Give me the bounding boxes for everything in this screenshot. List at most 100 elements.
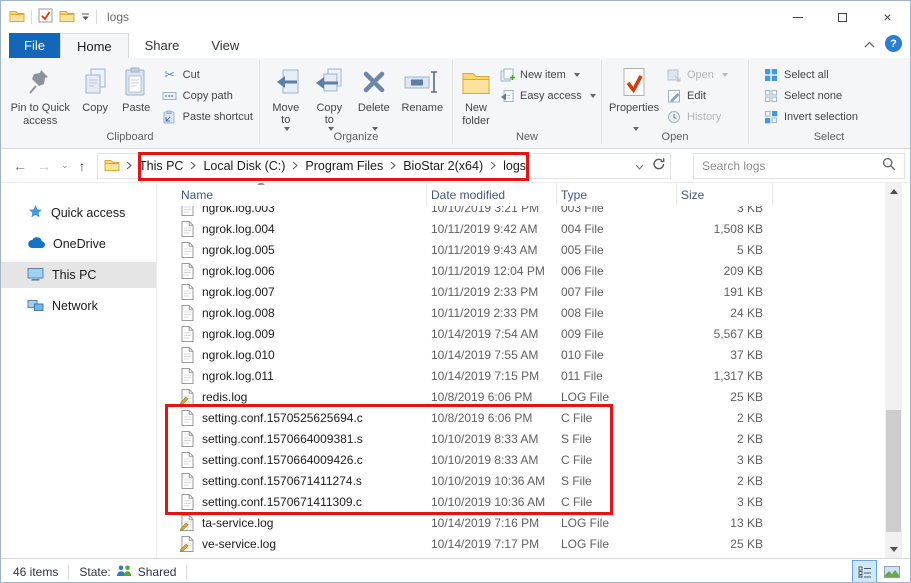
file-row[interactable]: setting.conf.1570664009426.c 10/10/2019 …	[157, 449, 885, 470]
explorer-window: logs × File Home Share View ? Pin to Qui…	[0, 0, 911, 583]
scroll-up-icon[interactable]	[885, 183, 902, 200]
new-item-icon	[499, 68, 515, 82]
file-row[interactable]: ve-service.log 10/14/2019 7:17 PM LOG Fi…	[157, 533, 885, 554]
tab-home[interactable]: Home	[60, 33, 129, 58]
tab-view[interactable]: View	[195, 33, 255, 58]
column-header-date[interactable]: Date modified	[427, 183, 557, 206]
recent-locations-icon[interactable]: ⌄	[57, 160, 73, 171]
move-to-button[interactable]: Move to	[264, 61, 308, 131]
file-row[interactable]: ngrok.log.006 10/11/2019 12:04 PM 006 Fi…	[157, 260, 885, 281]
breadcrumb-biostar[interactable]: BioStar 2(x64)	[403, 159, 483, 173]
maximize-button[interactable]	[820, 1, 865, 33]
copy-to-button[interactable]: Copy to	[308, 61, 352, 131]
details-view-button[interactable]	[852, 560, 877, 583]
forward-button[interactable]: →	[33, 158, 55, 174]
history-button[interactable]: History	[666, 108, 728, 126]
file-size: 209 KB	[677, 264, 773, 278]
select-all-button[interactable]: Select all	[763, 66, 858, 84]
column-header-name[interactable]: Name	[157, 183, 427, 206]
properties-button[interactable]: Properties	[606, 61, 662, 131]
move-to-icon	[271, 65, 301, 99]
up-button[interactable]: ↑	[75, 158, 90, 174]
file-size: 2 KB	[677, 432, 773, 446]
sidebar-item-quick-access[interactable]: Quick access	[1, 200, 156, 226]
file-row[interactable]: ngrok.log.005 10/11/2019 9:43 AM 005 Fil…	[157, 239, 885, 260]
tab-share[interactable]: Share	[129, 33, 196, 58]
file-row[interactable]: ngrok.log.008 10/11/2019 2:33 PM 008 Fil…	[157, 302, 885, 323]
invert-selection-button[interactable]: Invert selection	[763, 108, 858, 126]
shared-people-icon	[116, 564, 133, 580]
minimize-button[interactable]	[775, 1, 820, 33]
collapse-ribbon-icon[interactable]	[864, 37, 875, 51]
qat-customize-icon[interactable]	[81, 10, 90, 24]
file-row[interactable]: ngrok.log.009 10/14/2019 7:54 AM 009 Fil…	[157, 323, 885, 344]
pin-to-quick-access-button[interactable]: Pin to Quick access	[5, 61, 76, 131]
file-row[interactable]: setting.conf.1570671411274.s 10/10/2019 …	[157, 470, 885, 491]
easy-access-icon	[499, 89, 515, 103]
thumbnails-view-button[interactable]	[879, 560, 904, 583]
file-size: 24 KB	[677, 306, 773, 320]
file-icon	[181, 452, 195, 468]
file-size: 3 KB	[677, 453, 773, 467]
copy-button[interactable]: Copy	[76, 61, 115, 131]
vertical-scrollbar[interactable]	[885, 183, 902, 558]
scissors-icon: ✂	[162, 67, 178, 83]
file-icon	[181, 410, 195, 426]
back-button[interactable]: ←	[9, 158, 31, 174]
file-date: 10/11/2019 2:33 PM	[427, 306, 557, 320]
breadcrumb-logs[interactable]: logs	[503, 159, 526, 173]
ribbon-group-select: Select all Select none Invert selection …	[749, 58, 909, 148]
select-all-icon	[763, 68, 779, 82]
paste-shortcut-button[interactable]: Paste shortcut	[162, 108, 253, 126]
easy-access-button[interactable]: Easy access	[499, 87, 596, 105]
file-type: 006 File	[557, 264, 677, 278]
breadcrumb-this-pc[interactable]: This PC	[139, 159, 183, 173]
file-list-pane: Name Date modified Type Size ngrok.log.0…	[157, 183, 885, 558]
rename-button[interactable]: Rename	[397, 61, 448, 131]
file-name: setting.conf.1570525625694.c	[202, 411, 363, 425]
help-icon[interactable]: ?	[885, 35, 902, 52]
file-row[interactable]: ngrok.log.011 10/14/2019 7:15 PM 011 Fil…	[157, 365, 885, 386]
copy-path-button[interactable]: Copy path	[162, 87, 253, 105]
file-icon	[181, 221, 195, 237]
paste-button[interactable]: Paste	[115, 61, 158, 131]
tab-file[interactable]: File	[9, 33, 60, 58]
scrollbar-thumb[interactable]	[886, 410, 901, 532]
sidebar-item-this-pc[interactable]: This PC	[1, 262, 156, 288]
edit-button[interactable]: Edit	[666, 87, 728, 105]
file-name: setting.conf.1570671411274.s	[202, 474, 362, 488]
file-date: 10/11/2019 12:04 PM	[427, 264, 557, 278]
scroll-down-icon[interactable]	[885, 541, 902, 558]
new-folder-button[interactable]: New folder	[457, 61, 495, 131]
file-type: S File	[557, 474, 677, 488]
column-header-size[interactable]: Size	[677, 183, 773, 206]
file-row[interactable]: setting.conf.1570671411309.c 10/10/2019 …	[157, 491, 885, 512]
select-none-button[interactable]: Select none	[763, 87, 858, 105]
refresh-icon[interactable]	[652, 157, 666, 174]
address-bar[interactable]: This PC Local Disk (C:) Program Files Bi…	[97, 153, 671, 179]
file-row[interactable]: setting.conf.1570664009381.s 10/10/2019 …	[157, 428, 885, 449]
qat-properties-icon[interactable]	[38, 8, 53, 26]
cut-button[interactable]: ✂Cut	[162, 66, 253, 84]
file-row[interactable]: ngrok.log.010 10/14/2019 7:55 AM 010 Fil…	[157, 344, 885, 365]
new-item-button[interactable]: New item	[499, 66, 596, 84]
address-dropdown-icon[interactable]	[635, 159, 644, 173]
sidebar-item-network[interactable]: Network	[1, 293, 156, 319]
search-input[interactable]: Search logs	[693, 153, 905, 179]
file-size: 3 KB	[677, 495, 773, 509]
sidebar-item-onedrive[interactable]: OneDrive	[1, 231, 156, 257]
copy-to-icon	[314, 65, 344, 99]
delete-button[interactable]: Delete	[351, 61, 397, 131]
file-row[interactable]: ta-service.log 10/14/2019 7:16 PM LOG Fi…	[157, 512, 885, 533]
file-row[interactable]: setting.conf.1570525625694.c 10/8/2019 6…	[157, 407, 885, 428]
breadcrumb-local-disk[interactable]: Local Disk (C:)	[203, 159, 285, 173]
close-button[interactable]: ×	[865, 1, 910, 33]
breadcrumb-program-files[interactable]: Program Files	[305, 159, 383, 173]
file-row[interactable]: redis.log 10/8/2019 6:06 PM LOG File 25 …	[157, 386, 885, 407]
column-header-type[interactable]: Type	[557, 183, 677, 206]
file-row[interactable]: ngrok.log.007 10/11/2019 2:33 PM 007 Fil…	[157, 281, 885, 302]
qat-newfolder-icon[interactable]	[59, 9, 75, 25]
file-row[interactable]: ngrok.log.004 10/11/2019 9:42 AM 004 Fil…	[157, 218, 885, 239]
open-icon	[666, 68, 682, 82]
open-button[interactable]: Open	[666, 66, 728, 84]
